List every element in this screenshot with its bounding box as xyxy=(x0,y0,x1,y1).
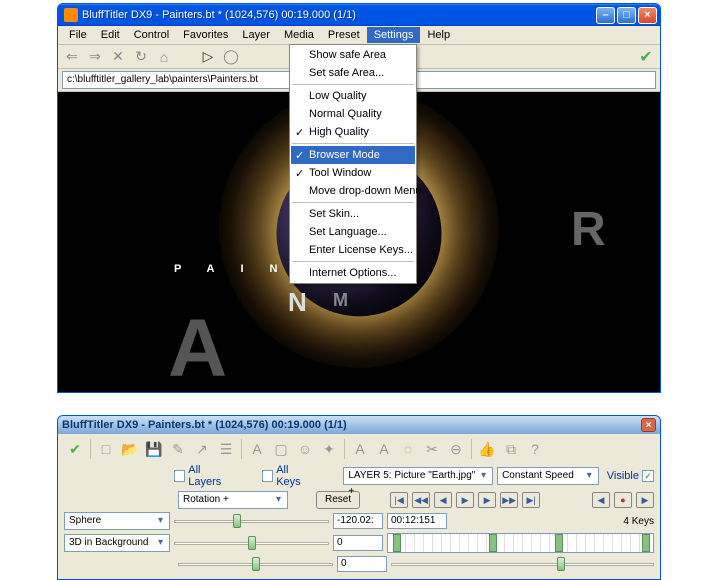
menu-browser-mode[interactable]: Browser Mode xyxy=(291,146,415,164)
menu-control[interactable]: Control xyxy=(127,27,176,43)
tool-icon-17[interactable]: 👍 xyxy=(476,438,498,460)
next-frame-button[interactable]: ▶ xyxy=(478,492,496,508)
maximize-button[interactable]: □ xyxy=(617,7,636,24)
timecode-field[interactable]: 00:12:151 xyxy=(387,513,447,529)
settings-dropdown: Show safe Area Set safe Area... Low Qual… xyxy=(289,44,417,284)
rec-button[interactable]: ● xyxy=(614,492,632,508)
all-keys-checkbox[interactable]: All Keys xyxy=(262,464,315,488)
timeline[interactable] xyxy=(387,533,654,553)
menu-media[interactable]: Media xyxy=(277,27,321,43)
minimize-button[interactable]: – xyxy=(596,7,615,24)
app-icon xyxy=(64,8,78,22)
tool-icon-13[interactable]: A xyxy=(373,438,395,460)
row2-slider[interactable] xyxy=(174,535,329,551)
row1-slider[interactable] xyxy=(174,513,329,529)
tool-icon-5[interactable]: ✎ xyxy=(167,438,189,460)
prev-frame-button[interactable]: ◀ xyxy=(434,492,452,508)
menu-set-skin[interactable]: Set Skin... xyxy=(291,205,415,223)
tool-icon-1[interactable]: ✔ xyxy=(64,438,86,460)
row3-value[interactable]: 0 xyxy=(337,556,387,572)
tool-icon-18[interactable]: ⧉ xyxy=(500,438,522,460)
cut-icon[interactable]: ✂ xyxy=(421,438,443,460)
menu-high-quality[interactable]: High Quality xyxy=(291,123,415,141)
scene-letter-big-a: A xyxy=(168,302,227,392)
visible-checkbox[interactable]: Visible✓ xyxy=(607,470,654,482)
row2-value[interactable]: 0 xyxy=(333,535,383,551)
new-icon[interactable]: □ xyxy=(95,438,117,460)
row1-select[interactable]: Sphere xyxy=(64,512,170,530)
tool-icon-10[interactable]: ☺ xyxy=(294,438,316,460)
tool-icon-12[interactable]: A xyxy=(349,438,371,460)
property-select[interactable]: Rotation + xyxy=(178,491,288,509)
help-icon[interactable]: ? xyxy=(524,438,546,460)
open-icon[interactable]: 📂 xyxy=(119,438,141,460)
rec-prev-button[interactable]: ◀ xyxy=(592,492,610,508)
menu-show-safe-area[interactable]: Show safe Area xyxy=(291,46,415,64)
menu-tool-window[interactable]: Tool Window xyxy=(291,164,415,182)
row1-value[interactable]: -120.02: xyxy=(333,513,383,529)
keys-count-label: 4 Keys xyxy=(623,516,654,527)
menubar: File Edit Control Favorites Layer Media … xyxy=(58,26,660,45)
tool-icon-9[interactable]: ▢ xyxy=(270,438,292,460)
scene-letter-n: N xyxy=(288,287,307,318)
main-titlebar: BluffTitler DX9 - Painters.bt * (1024,57… xyxy=(58,4,660,26)
menu-internet-options[interactable]: Internet Options... xyxy=(291,264,415,282)
row2-select[interactable]: 3D in Background xyxy=(64,534,170,552)
back-button[interactable]: ⇐ xyxy=(62,47,82,67)
scrub-slider[interactable] xyxy=(391,556,654,572)
menu-set-language[interactable]: Set Language... xyxy=(291,223,415,241)
main-title: BluffTitler DX9 - Painters.bt * (1024,57… xyxy=(82,9,596,21)
app-logo-icon: ✔ xyxy=(636,47,656,67)
menu-preset[interactable]: Preset xyxy=(321,27,367,43)
next-key-button[interactable]: ▶▶ xyxy=(500,492,518,508)
tool-toolbar: ✔ □ 📂 💾 ✎ ↗ ☰ A ▢ ☺ ✦ A A ◌ ✂ ⊖ 👍 ⧉ ? xyxy=(64,438,654,464)
text-tool-icon[interactable]: A xyxy=(246,438,268,460)
home-button[interactable]: ⌂ xyxy=(154,47,174,67)
menu-set-safe-area[interactable]: Set safe Area... xyxy=(291,64,415,82)
menu-favorites[interactable]: Favorites xyxy=(176,27,235,43)
row3-slider[interactable] xyxy=(178,556,333,572)
tool-close-button[interactable]: × xyxy=(641,418,656,432)
tool-icon-6[interactable]: ↗ xyxy=(191,438,213,460)
play-toggle-button[interactable]: ▶ xyxy=(456,492,474,508)
easing-select[interactable]: Constant Speed xyxy=(497,467,599,485)
save-icon[interactable]: 💾 xyxy=(143,438,165,460)
scene-letter-big-r: R xyxy=(571,202,606,257)
tool-title: BluffTitler DX9 - Painters.bt * (1024,57… xyxy=(62,419,347,431)
tool-icon-14[interactable]: ◌ xyxy=(397,438,419,460)
rec-next-button[interactable]: ▶ xyxy=(636,492,654,508)
tool-icon-16[interactable]: ⊖ xyxy=(445,438,467,460)
menu-help[interactable]: Help xyxy=(420,27,457,43)
forward-button[interactable]: ⇒ xyxy=(85,47,105,67)
menu-low-quality[interactable]: Low Quality xyxy=(291,87,415,105)
scene-letter-m: M xyxy=(333,290,348,311)
loop-button[interactable]: ◯ xyxy=(221,47,241,67)
first-frame-button[interactable]: |◀ xyxy=(390,492,408,508)
play-button[interactable]: ▷ xyxy=(198,47,218,67)
stop-button[interactable]: ✕ xyxy=(108,47,128,67)
menu-layer[interactable]: Layer xyxy=(235,27,277,43)
menu-normal-quality[interactable]: Normal Quality xyxy=(291,105,415,123)
menu-license-keys[interactable]: Enter License Keys... xyxy=(291,241,415,259)
menu-edit[interactable]: Edit xyxy=(94,27,127,43)
last-frame-button[interactable]: ▶| xyxy=(522,492,540,508)
layer-select[interactable]: LAYER 5: Picture "Earth.jpg" + xyxy=(343,467,493,485)
menu-file[interactable]: File xyxy=(62,27,94,43)
close-button[interactable]: × xyxy=(638,7,657,24)
refresh-button[interactable]: ↻ xyxy=(131,47,151,67)
prev-key-button[interactable]: ◀◀ xyxy=(412,492,430,508)
tool-icon-7[interactable]: ☰ xyxy=(215,438,237,460)
all-layers-checkbox[interactable]: All Layers xyxy=(174,464,235,488)
menu-move-dropdown[interactable]: Move drop-down Menu xyxy=(291,182,415,200)
tool-titlebar: BluffTitler DX9 - Painters.bt * (1024,57… xyxy=(58,416,660,434)
tool-icon-11[interactable]: ✦ xyxy=(318,438,340,460)
menu-settings[interactable]: Settings xyxy=(367,27,421,43)
